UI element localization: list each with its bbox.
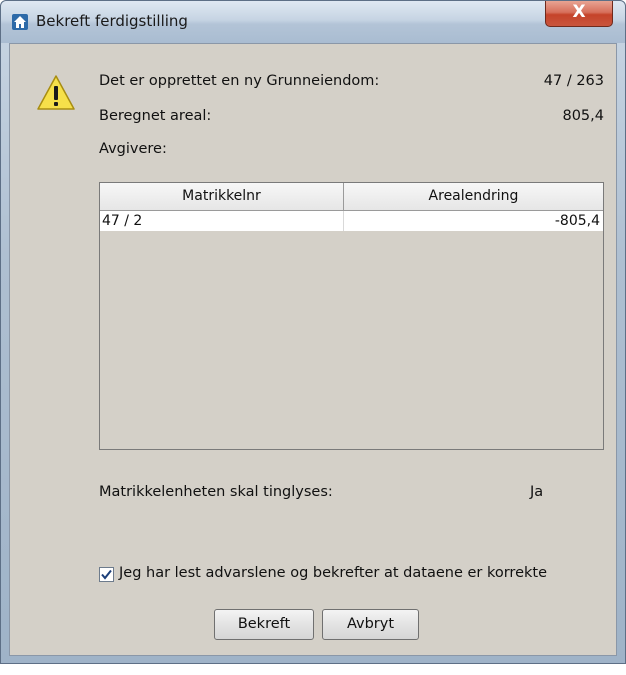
page-background — [0, 664, 626, 675]
tinglysing-value: Ja — [530, 484, 544, 500]
cell-arealendring: -805,4 — [554, 213, 600, 229]
computed-area-value: 805,4 — [562, 108, 604, 124]
dialog-content: Det er opprettet en ny Grunneiendom: 47 … — [9, 43, 617, 656]
confirm-checkbox[interactable] — [99, 567, 114, 582]
warning-icon — [37, 75, 75, 110]
computed-area-label: Beregnet areal: — [99, 108, 212, 124]
checkmark-icon — [101, 569, 112, 580]
close-button[interactable]: X — [545, 1, 613, 27]
cancel-button[interactable]: Avbryt — [322, 609, 419, 640]
cell-divider — [343, 211, 344, 231]
new-property-value: 47 / 263 — [543, 73, 604, 89]
home-icon — [12, 14, 28, 30]
avgivere-label: Avgivere: — [99, 141, 167, 157]
avgivere-table[interactable]: Matrikkelnr Arealendring 47 / 2 -805,4 — [99, 182, 604, 450]
column-header-arealendring[interactable]: Arealendring — [344, 183, 603, 210]
close-icon: X — [572, 2, 586, 22]
new-property-label: Det er opprettet en ny Grunneiendom: — [99, 73, 380, 89]
confirm-checkbox-label[interactable]: Jeg har lest advarslene og bekrefter at … — [119, 565, 547, 581]
column-header-matrikkelnr[interactable]: Matrikkelnr — [100, 183, 343, 210]
table-row[interactable]: 47 / 2 -805,4 — [100, 211, 603, 231]
window-title: Bekreft ferdigstilling — [36, 12, 188, 30]
confirm-button[interactable]: Bekreft — [214, 609, 314, 640]
title-bar[interactable]: Bekreft ferdigstilling X — [1, 1, 625, 43]
table-header: Matrikkelnr Arealendring — [100, 183, 603, 211]
dialog-window: Bekreft ferdigstilling X Det er opprette… — [0, 0, 626, 664]
cell-matrikkelnr: 47 / 2 — [102, 213, 143, 229]
tinglysing-label: Matrikkelenheten skal tinglyses: — [99, 484, 333, 500]
